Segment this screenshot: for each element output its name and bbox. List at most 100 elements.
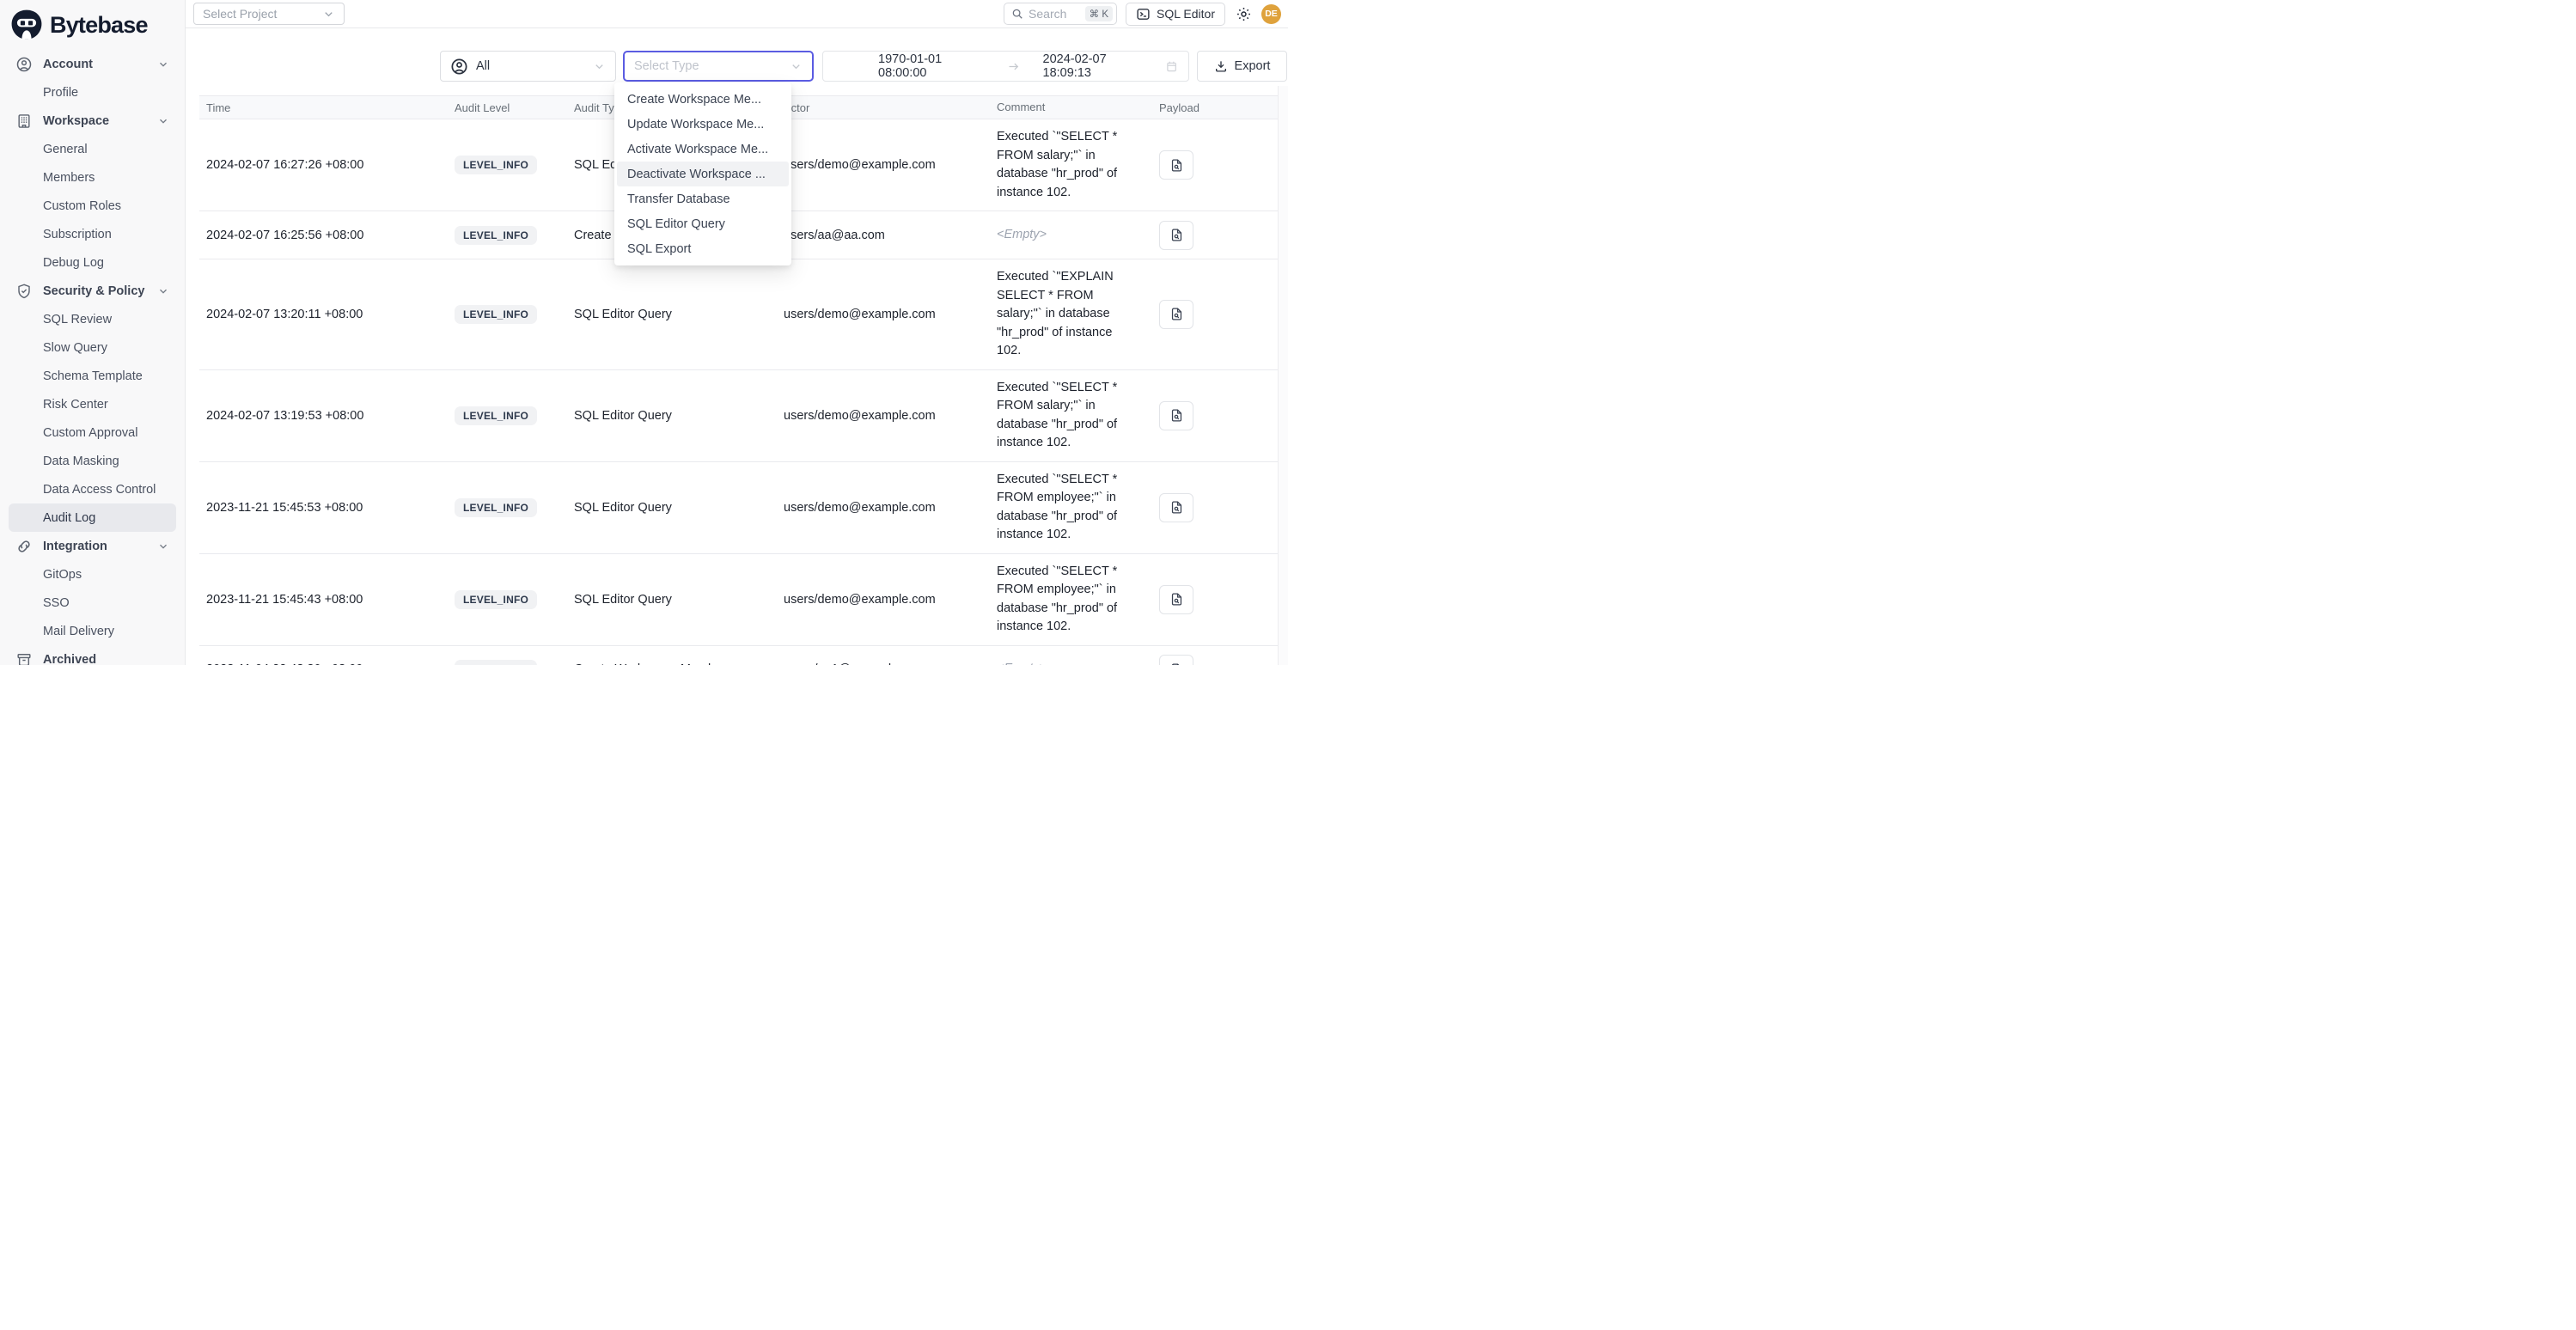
- export-label: Export: [1235, 59, 1271, 73]
- sidebar-item-profile[interactable]: Profile: [9, 78, 176, 107]
- cell-audit-level: LEVEL_INFO: [455, 226, 574, 245]
- cell-actor: users/qa1@example.com: [784, 662, 997, 665]
- arrow-right-icon: [1007, 59, 1020, 74]
- sidebar-item-gitops[interactable]: GitOps: [9, 560, 176, 589]
- archive-icon: [15, 651, 33, 666]
- payload-view-button[interactable]: [1159, 585, 1193, 614]
- level-badge: LEVEL_INFO: [455, 660, 537, 665]
- calendar-icon: [1165, 59, 1178, 74]
- cell-audit-level: LEVEL_INFO: [455, 305, 574, 324]
- column-header-time: Time: [199, 101, 455, 114]
- sidebar-group-security-policy[interactable]: Security & Policy: [9, 277, 176, 305]
- dropdown-item-sql-export[interactable]: SQL Export: [617, 236, 789, 261]
- sidebar-item-custom-approval[interactable]: Custom Approval: [9, 418, 176, 447]
- dropdown-item-transfer-database[interactable]: Transfer Database: [617, 186, 789, 211]
- dropdown-item-deactivate-workspace[interactable]: Deactivate Workspace ...: [617, 162, 789, 186]
- sidebar-item-label: Custom Roles: [43, 199, 169, 213]
- sidebar-group-label: Workspace: [43, 114, 157, 128]
- sidebar-item-data-access-control[interactable]: Data Access Control: [9, 475, 176, 503]
- sidebar-item-sql-review[interactable]: SQL Review: [9, 305, 176, 333]
- cell-comment: Executed `"SELECT * FROM employee;"` in …: [997, 471, 1145, 545]
- sidebar-item-label: Members: [43, 171, 169, 185]
- topbar: Select Project Search ⌘ K SQL Editor: [186, 0, 1288, 28]
- sql-editor-button[interactable]: SQL Editor: [1126, 3, 1225, 26]
- project-select[interactable]: Select Project: [193, 3, 345, 25]
- download-icon: [1214, 59, 1228, 73]
- search-shortcut-kbd: ⌘ K: [1085, 6, 1113, 21]
- dropdown-item-update-workspace-me[interactable]: Update Workspace Me...: [617, 112, 789, 137]
- sidebar-item-risk-center[interactable]: Risk Center: [9, 390, 176, 418]
- sidebar-item-label: Audit Log: [43, 511, 169, 525]
- cell-comment: Executed `"SELECT * FROM salary;"` in da…: [997, 379, 1145, 453]
- cell-payload: [1159, 655, 1288, 665]
- sidebar-item-mail-delivery[interactable]: Mail Delivery: [9, 617, 176, 645]
- sidebar-item-schema-template[interactable]: Schema Template: [9, 362, 176, 390]
- sidebar-item-sso[interactable]: SSO: [9, 589, 176, 617]
- chevron-down-icon: [322, 8, 335, 21]
- sidebar-item-members[interactable]: Members: [9, 163, 176, 192]
- payload-view-button[interactable]: [1159, 493, 1193, 522]
- level-badge: LEVEL_INFO: [455, 406, 537, 425]
- sidebar-item-label: Debug Log: [43, 256, 169, 270]
- export-button[interactable]: Export: [1197, 51, 1287, 82]
- bytebase-mascot-icon: [10, 9, 43, 41]
- sidebar-group-label: Security & Policy: [43, 284, 157, 298]
- sidebar-item-label: Data Masking: [43, 455, 169, 468]
- sidebar-item-debug-log[interactable]: Debug Log: [9, 248, 176, 277]
- cell-audit-level: LEVEL_INFO: [455, 406, 574, 425]
- user-circle-icon: [15, 56, 33, 73]
- actor-filter-select[interactable]: All: [440, 51, 616, 82]
- date-to-value: 2024-02-07 18:09:13: [1043, 52, 1146, 80]
- type-dropdown-menu: Create Workspace Me...Update Workspace M…: [614, 82, 791, 265]
- cell-audit-level: LEVEL_INFO: [455, 156, 574, 174]
- cell-audit-type: SQL Editor Query: [574, 409, 784, 423]
- bytebase-logo[interactable]: Bytebase: [9, 7, 176, 50]
- cell-audit-type: SQL Editor Query: [574, 308, 784, 321]
- sidebar-item-slow-query[interactable]: Slow Query: [9, 333, 176, 362]
- type-filter-select[interactable]: Select Type: [623, 51, 814, 82]
- sidebar-item-audit-log[interactable]: Audit Log: [9, 503, 176, 532]
- dropdown-item-activate-workspace-me[interactable]: Activate Workspace Me...: [617, 137, 789, 162]
- cell-actor: users/aa@aa.com: [784, 229, 997, 242]
- level-badge: LEVEL_INFO: [455, 156, 537, 174]
- payload-view-button[interactable]: [1159, 401, 1193, 430]
- type-filter-placeholder: Select Type: [634, 59, 699, 73]
- payload-view-button[interactable]: [1159, 150, 1193, 180]
- cell-actor: users/demo@example.com: [784, 593, 997, 607]
- sidebar-item-label: SQL Review: [43, 313, 169, 326]
- user-avatar[interactable]: DE: [1261, 4, 1281, 24]
- dropdown-item-sql-editor-query[interactable]: SQL Editor Query: [617, 211, 789, 236]
- search-input[interactable]: Search ⌘ K: [1004, 3, 1117, 25]
- sidebar-item-data-masking[interactable]: Data Masking: [9, 447, 176, 475]
- file-search-icon: [1169, 592, 1184, 607]
- sidebar-group-integration[interactable]: Integration: [9, 532, 176, 560]
- vertical-scrollbar[interactable]: [1278, 86, 1288, 665]
- dropdown-item-create-workspace-me[interactable]: Create Workspace Me...: [617, 87, 789, 112]
- sidebar-group-workspace[interactable]: Workspace: [9, 107, 176, 135]
- payload-view-button[interactable]: [1159, 655, 1193, 665]
- payload-view-button[interactable]: [1159, 221, 1193, 250]
- sidebar-item-label: Schema Template: [43, 369, 169, 383]
- date-range-picker[interactable]: 1970-01-01 08:00:00 2024-02-07 18:09:13: [822, 51, 1189, 82]
- table-row: 2024-02-07 13:20:11 +08:00LEVEL_INFOSQL …: [199, 259, 1288, 370]
- table-row: 2023-11-21 15:45:53 +08:00LEVEL_INFOSQL …: [199, 462, 1288, 554]
- sidebar-item-subscription[interactable]: Subscription: [9, 220, 176, 248]
- settings-button[interactable]: [1234, 4, 1253, 23]
- sidebar-item-label: Slow Query: [43, 341, 169, 355]
- file-search-icon: [1169, 307, 1184, 321]
- cell-comment: <Empty>: [997, 226, 1145, 245]
- sidebar-group-archived[interactable]: Archived: [9, 645, 176, 665]
- chevron-down-icon: [790, 60, 803, 73]
- sidebar-item-general[interactable]: General: [9, 135, 176, 163]
- sidebar-group-account[interactable]: Account: [9, 50, 176, 78]
- cell-payload: [1159, 150, 1288, 180]
- cell-time: 2023-11-21 15:45:43 +08:00: [199, 593, 455, 607]
- shield-check-icon: [15, 283, 33, 300]
- cell-time: 2023-11-21 15:45:53 +08:00: [199, 501, 455, 515]
- payload-view-button[interactable]: [1159, 300, 1193, 329]
- link-icon: [15, 538, 33, 555]
- gear-icon: [1236, 6, 1252, 22]
- sidebar-item-custom-roles[interactable]: Custom Roles: [9, 192, 176, 220]
- sidebar: Bytebase AccountProfile Workspace General M…: [0, 0, 186, 665]
- brand-name: Bytebase: [50, 12, 148, 39]
